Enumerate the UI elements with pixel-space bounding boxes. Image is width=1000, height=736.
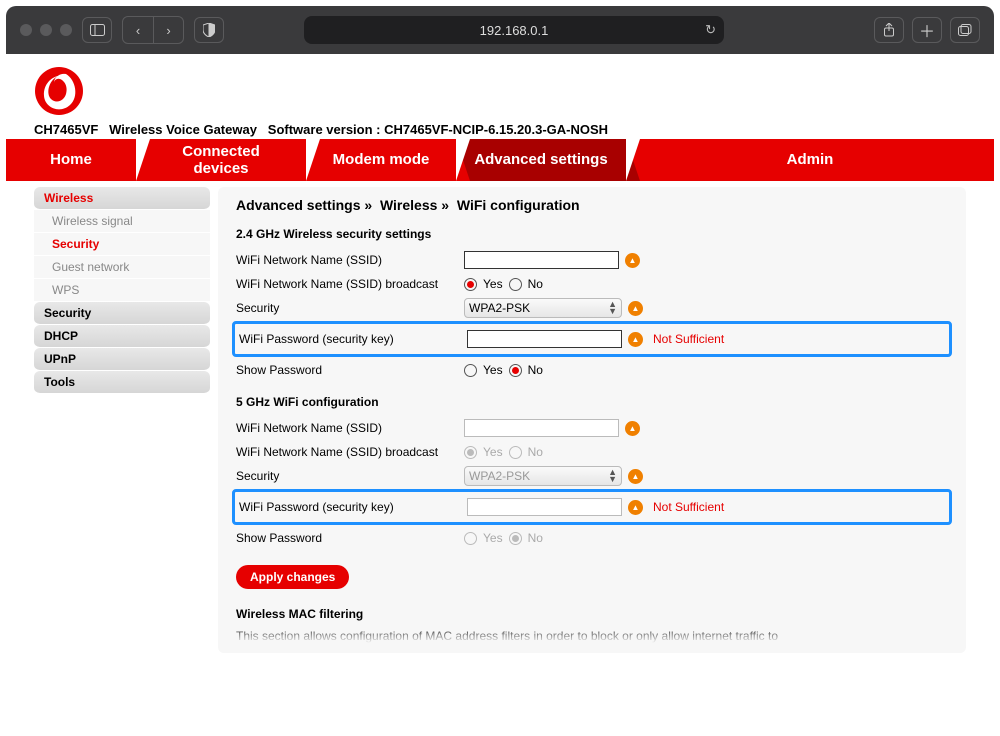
radio-24-show-no[interactable] [509, 364, 522, 377]
sidebar-guest-network[interactable]: Guest network [34, 256, 210, 279]
warning-icon [628, 500, 643, 515]
zoom-window-icon[interactable] [60, 24, 72, 36]
sidebar-wireless[interactable]: Wireless [34, 187, 210, 210]
device-model: CH7465VF [34, 122, 98, 137]
device-type: Wireless Voice Gateway [109, 122, 257, 137]
select-5-security: WPA2-PSK ▲▼ [464, 466, 622, 486]
sidebar-tools[interactable]: Tools [34, 371, 210, 394]
content-panel: Advanced settings » Wireless » WiFi conf… [218, 187, 966, 653]
share-button[interactable] [874, 17, 904, 43]
nav-connected-devices[interactable]: Connected devices [136, 139, 306, 181]
device-info: CH7465VF Wireless Voice Gateway Software… [34, 122, 994, 137]
row-24-broadcast: WiFi Network Name (SSID) broadcast Yes N… [236, 273, 948, 295]
radio-24-show-yes[interactable] [464, 364, 477, 377]
apply-changes-button[interactable]: Apply changes [236, 565, 349, 589]
section-mac-title: Wireless MAC filtering [236, 607, 948, 621]
highlight-5-password: WiFi Password (security key) Not Suffici… [232, 489, 952, 525]
status-5-not-sufficient: Not Sufficient [653, 500, 724, 514]
vodafone-logo [34, 66, 84, 116]
nav-home[interactable]: Home [6, 139, 136, 181]
sidebar-security-sub[interactable]: Security [34, 233, 210, 256]
nav-advanced-settings[interactable]: Advanced settings [456, 139, 626, 181]
input-24-password[interactable] [467, 330, 622, 348]
row-5-show-password: Show Password Yes No [236, 527, 948, 549]
software-version: CH7465VF-NCIP-6.15.20.3-GA-NOSH [384, 122, 608, 137]
highlight-24-password: WiFi Password (security key) Not Suffici… [232, 321, 952, 357]
chevron-updown-icon: ▲▼ [608, 469, 617, 483]
window-controls [20, 24, 72, 36]
shield-icon[interactable] [194, 17, 224, 43]
row-24-show-password: Show Password Yes No [236, 359, 948, 381]
row-24-security: Security WPA2-PSK ▲▼ [236, 297, 948, 319]
sidebar-upnp[interactable]: UPnP [34, 348, 210, 371]
label-24-security: Security [236, 301, 464, 315]
mac-description: This section allows configuration of MAC… [236, 629, 948, 643]
software-label: Software version : [268, 122, 381, 137]
label-24-broadcast: WiFi Network Name (SSID) broadcast [236, 277, 464, 291]
nav-buttons: ‹ › [122, 16, 184, 44]
radio-5-broadcast-no [509, 446, 522, 459]
sidebar-dhcp[interactable]: DHCP [34, 325, 210, 348]
label-24-show-password: Show Password [236, 363, 464, 377]
warning-icon [625, 253, 640, 268]
warning-icon [628, 301, 643, 316]
warning-icon [625, 421, 640, 436]
back-button[interactable]: ‹ [123, 17, 153, 43]
row-5-ssid: WiFi Network Name (SSID) [236, 417, 948, 439]
radio-5-broadcast-yes [464, 446, 477, 459]
row-5-password: WiFi Password (security key) Not Suffici… [239, 496, 945, 518]
sidebar-security[interactable]: Security [34, 302, 210, 325]
reload-icon[interactable]: ↻ [705, 22, 716, 38]
tabs-overview-button[interactable] [950, 17, 980, 43]
label-5-security: Security [236, 469, 464, 483]
label-5-password: WiFi Password (security key) [239, 500, 467, 514]
row-24-password: WiFi Password (security key) Not Suffici… [239, 328, 945, 350]
radio-5-show-yes [464, 532, 477, 545]
radio-5-show-no [509, 532, 522, 545]
nav-modem-mode[interactable]: Modem mode [306, 139, 456, 181]
warning-icon [628, 332, 643, 347]
browser-toolbar: ‹ › 192.168.0.1 ↻ ＋ [6, 6, 994, 54]
input-5-ssid [464, 419, 619, 437]
label-5-ssid: WiFi Network Name (SSID) [236, 421, 464, 435]
label-5-broadcast: WiFi Network Name (SSID) broadcast [236, 445, 464, 459]
row-24-ssid: WiFi Network Name (SSID) [236, 249, 948, 271]
label-24-password: WiFi Password (security key) [239, 332, 467, 346]
sidebar-toggle-button[interactable] [82, 17, 112, 43]
status-24-not-sufficient: Not Sufficient [653, 332, 724, 346]
url-text: 192.168.0.1 [480, 23, 549, 38]
row-5-security: Security WPA2-PSK ▲▼ [236, 465, 948, 487]
sidebar-wireless-signal[interactable]: Wireless signal [34, 210, 210, 233]
row-5-broadcast: WiFi Network Name (SSID) broadcast Yes N… [236, 441, 948, 463]
label-24-ssid: WiFi Network Name (SSID) [236, 253, 464, 267]
warning-icon [628, 469, 643, 484]
section-24ghz-title: 2.4 GHz Wireless security settings [236, 227, 948, 241]
close-window-icon[interactable] [20, 24, 32, 36]
minimize-window-icon[interactable] [40, 24, 52, 36]
nav-admin[interactable]: Admin [626, 139, 994, 181]
sidebar-wps[interactable]: WPS [34, 279, 210, 302]
input-5-password [467, 498, 622, 516]
radio-24-broadcast-yes[interactable] [464, 278, 477, 291]
input-24-ssid[interactable] [464, 251, 619, 269]
breadcrumb: Advanced settings » Wireless » WiFi conf… [236, 197, 948, 213]
main-nav: Home Connected devices Modem mode Advanc… [6, 139, 994, 181]
address-bar[interactable]: 192.168.0.1 ↻ [304, 16, 724, 44]
sidebar: Wireless Wireless signal Security Guest … [34, 187, 210, 653]
forward-button[interactable]: › [153, 17, 183, 43]
chevron-updown-icon: ▲▼ [608, 301, 617, 315]
label-5-show-password: Show Password [236, 531, 464, 545]
new-tab-button[interactable]: ＋ [912, 17, 942, 43]
section-5ghz-title: 5 GHz WiFi configuration [236, 395, 948, 409]
radio-24-broadcast-no[interactable] [509, 278, 522, 291]
select-24-security[interactable]: WPA2-PSK ▲▼ [464, 298, 622, 318]
